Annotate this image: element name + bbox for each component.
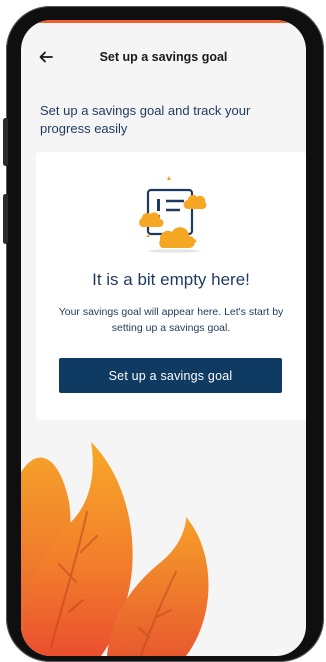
accent-strip xyxy=(21,20,306,23)
empty-state-card: It is a bit empty here! Your savings goa… xyxy=(36,152,306,420)
app-screen: Set up a savings goal Set up a savings g… xyxy=(21,20,306,656)
intro-text: Set up a savings goal and track your pro… xyxy=(40,103,251,136)
empty-state-title: It is a bit empty here! xyxy=(92,270,250,289)
phone-side-button xyxy=(3,194,8,244)
phone-side-button xyxy=(3,118,8,166)
flame-decoration xyxy=(21,442,209,656)
empty-board-clouds-illustration xyxy=(139,176,207,253)
empty-state-description: Your savings goal will appear here. Let'… xyxy=(58,306,284,334)
page-title: Set up a savings goal xyxy=(99,50,228,64)
header: Set up a savings goal xyxy=(21,42,306,76)
setup-savings-goal-button[interactable]: Set up a savings goal xyxy=(59,358,282,393)
